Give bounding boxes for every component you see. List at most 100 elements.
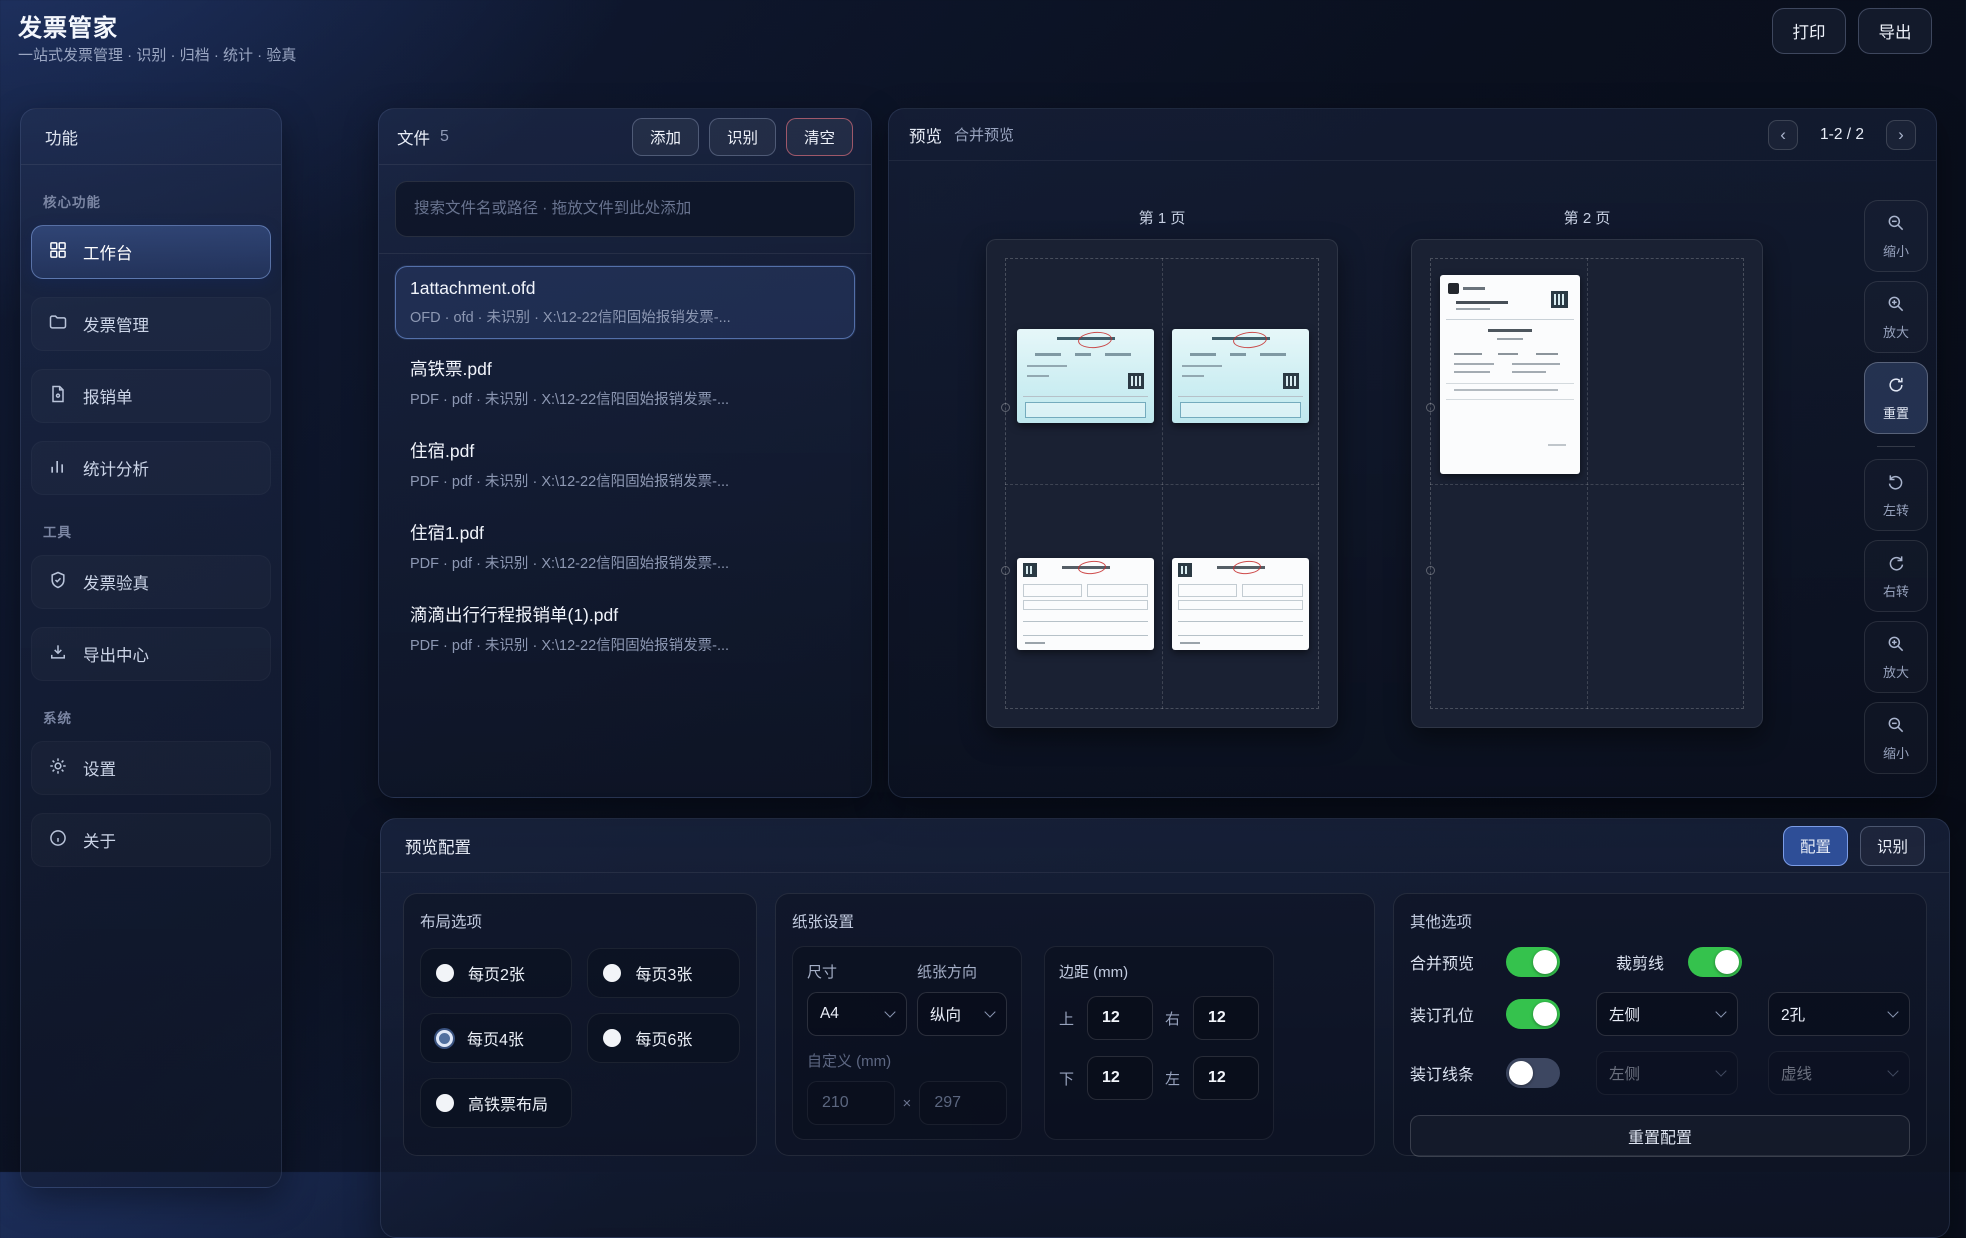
prev-page-button[interactable]: ‹: [1768, 120, 1798, 150]
toggle-knob: [1715, 950, 1739, 974]
sidebar-section-tools: 工具: [43, 521, 259, 541]
search-input[interactable]: [395, 181, 855, 237]
rotate-right-icon: [1886, 553, 1906, 576]
export-button[interactable]: 导出: [1858, 8, 1932, 54]
zoom-out-button[interactable]: 缩小: [1864, 200, 1928, 272]
toggle-knob: [1533, 1002, 1557, 1026]
app-title: 发票管家: [18, 8, 118, 43]
orientation-label: 纸张方向: [917, 961, 1007, 982]
file-item[interactable]: 1attachment.ofd OFD · ofd · 未识别 · X:\12-…: [395, 266, 855, 339]
reset-icon: [1886, 375, 1906, 398]
preview-mode-label: 合并预览: [954, 124, 1014, 145]
custom-size-label: 自定义 (mm): [807, 1050, 1007, 1071]
radio-4-per-page[interactable]: 每页4张: [420, 1013, 572, 1063]
margin-right-input[interactable]: [1193, 996, 1259, 1040]
sidebar-item-export-center[interactable]: 导出中心: [31, 627, 271, 681]
download-icon: [48, 642, 68, 667]
document-icon: [48, 384, 68, 409]
reset-view-button[interactable]: 重置: [1864, 362, 1928, 434]
margin-bottom-input[interactable]: [1087, 1056, 1153, 1100]
recognize-button[interactable]: 识别: [709, 118, 776, 156]
file-item[interactable]: 住宿.pdf PDF · pdf · 未识别 · X:\12-22信阳固始报销发…: [395, 426, 855, 503]
margins-subcard: 边距 (mm) 上 右 下 左: [1044, 946, 1274, 1140]
config-title: 预览配置: [405, 834, 1771, 858]
file-item[interactable]: 滴滴出行行程报销单(1).pdf PDF · pdf · 未识别 · X:\12…: [395, 590, 855, 667]
file-name: 住宿1.pdf: [410, 520, 840, 545]
sidebar-item-about[interactable]: 关于: [31, 813, 271, 867]
files-count: 5: [440, 128, 449, 146]
binding-line-toggle[interactable]: [1506, 1058, 1560, 1088]
add-file-button[interactable]: 添加: [632, 118, 699, 156]
punch-holes-select[interactable]: 2孔: [1768, 992, 1910, 1036]
preview-panel: 预览 合并预览 ‹ 1-2 / 2 › 第 1 页 第 2 页: [888, 108, 1937, 798]
sidebar-item-label: 发票管理: [83, 312, 149, 336]
punch-side-select[interactable]: 左侧: [1596, 992, 1738, 1036]
folder-icon: [48, 312, 68, 337]
file-meta: PDF · pdf · 未识别 · X:\12-22信阳固始报销发票-...: [410, 634, 840, 655]
zoom-out-button[interactable]: 缩小: [1864, 702, 1928, 774]
file-meta: PDF · pdf · 未识别 · X:\12-22信阳固始报销发票-...: [410, 388, 840, 409]
sidebar-item-expense-form[interactable]: 报销单: [31, 369, 271, 423]
next-page-button[interactable]: ›: [1886, 120, 1916, 150]
invoice-thumbnail-train-ticket: [1172, 329, 1309, 423]
margin-top-label: 上: [1059, 1008, 1075, 1029]
sidebar-item-statistics[interactable]: 统计分析: [31, 441, 271, 495]
margin-top-input[interactable]: [1087, 996, 1153, 1040]
invoice-thumbnail-train-ticket: [1017, 329, 1154, 423]
invoice-thumbnail-invoice: [1017, 558, 1154, 650]
shield-check-icon: [48, 570, 68, 595]
sidebar-item-settings[interactable]: 设置: [31, 741, 271, 795]
file-item[interactable]: 住宿1.pdf PDF · pdf · 未识别 · X:\12-22信阳固始报销…: [395, 508, 855, 585]
margin-right-label: 右: [1165, 1008, 1181, 1029]
app-subtitle: 一站式发票管理 · 识别 · 归档 · 统计 · 验真: [18, 44, 296, 65]
clear-button[interactable]: 清空: [786, 118, 853, 156]
sidebar-title: 功能: [21, 109, 281, 165]
preview-toolbar: 缩小 放大 重置 左转 右转 放大 缩小: [1864, 200, 1928, 774]
file-name: 高铁票.pdf: [410, 356, 840, 381]
radio-icon: [436, 1094, 454, 1112]
rotate-left-button[interactable]: 左转: [1864, 459, 1928, 531]
radio-icon: [436, 1030, 453, 1047]
page-preview-1[interactable]: [986, 239, 1338, 728]
invoice-thumbnail-invoice: [1172, 558, 1309, 650]
size-label: 尺寸: [807, 961, 907, 982]
page-preview-2[interactable]: [1411, 239, 1763, 728]
sidebar-section-system: 系统: [43, 707, 259, 727]
radio-icon: [603, 964, 621, 982]
pagination-label: 1-2 / 2: [1820, 126, 1864, 144]
chevron-down-icon: [1715, 1006, 1726, 1017]
sidebar-item-label: 发票验真: [83, 570, 149, 594]
file-name: 1attachment.ofd: [410, 278, 840, 299]
rotate-right-button[interactable]: 右转: [1864, 540, 1928, 612]
print-button[interactable]: 打印: [1772, 8, 1846, 54]
margin-bottom-label: 下: [1059, 1068, 1075, 1089]
preview-config-panel: 预览配置 配置 识别 布局选项 每页2张 每页3张 每页4张: [380, 818, 1950, 1238]
paper-size-select[interactable]: A4: [807, 992, 907, 1036]
file-name: 滴滴出行行程报销单(1).pdf: [410, 602, 840, 627]
sidebar-item-invoice-verify[interactable]: 发票验真: [31, 555, 271, 609]
toggle-knob: [1533, 950, 1557, 974]
tab-recognize[interactable]: 识别: [1860, 826, 1925, 866]
reset-config-button[interactable]: 重置配置: [1410, 1115, 1910, 1157]
radio-train-ticket-layout[interactable]: 高铁票布局: [420, 1078, 572, 1128]
sidebar-item-label: 统计分析: [83, 456, 149, 480]
sidebar-item-invoice-manage[interactable]: 发票管理: [31, 297, 271, 351]
punch-hole-toggle[interactable]: [1506, 999, 1560, 1029]
info-icon: [48, 828, 68, 853]
radio-6-per-page[interactable]: 每页6张: [587, 1013, 739, 1063]
orientation-select[interactable]: 纵向: [917, 992, 1007, 1036]
radio-3-per-page[interactable]: 每页3张: [587, 948, 739, 998]
zoom-out-icon: [1886, 213, 1906, 236]
margin-left-input[interactable]: [1193, 1056, 1259, 1100]
punch-hole-label: 装订孔位: [1410, 1002, 1496, 1026]
merge-preview-toggle[interactable]: [1506, 947, 1560, 977]
radio-2-per-page[interactable]: 每页2张: [420, 948, 572, 998]
zoom-in-button[interactable]: 放大: [1864, 281, 1928, 353]
zoom-in-button[interactable]: 放大: [1864, 621, 1928, 693]
tab-config[interactable]: 配置: [1783, 826, 1848, 866]
file-item[interactable]: 高铁票.pdf PDF · pdf · 未识别 · X:\12-22信阳固始报销…: [395, 344, 855, 421]
crop-line-toggle[interactable]: [1688, 947, 1742, 977]
sidebar-item-label: 导出中心: [83, 642, 149, 666]
sidebar-item-workbench[interactable]: 工作台: [31, 225, 271, 279]
files-panel: 文件 5 添加 识别 清空 1attachment.ofd OFD · ofd …: [378, 108, 872, 798]
